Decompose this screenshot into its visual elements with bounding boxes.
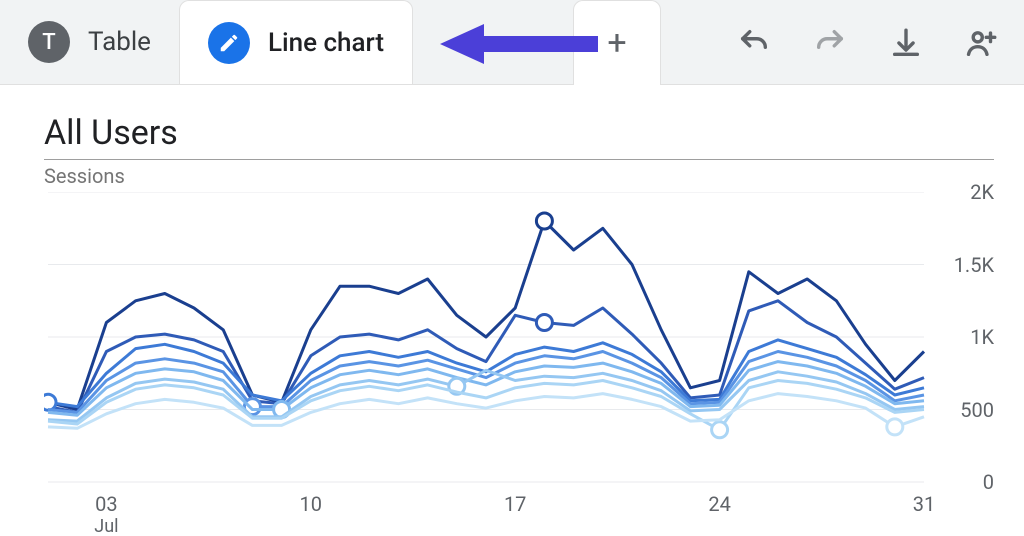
x-tick-label: 17 [504,492,526,516]
y-tick-label: 2K [970,180,994,204]
title-divider [44,159,994,160]
series-marker [536,213,552,229]
series-marker [712,422,728,438]
x-axis-ticks: 03Jul10172431 [44,492,924,536]
chart-title: All Users [44,113,994,153]
undo-icon [737,26,771,60]
tab-table[interactable]: T Table [0,0,179,84]
tab-line-chart-label: Line chart [268,28,384,58]
series-line [48,381,924,430]
tab-table-label: Table [88,27,151,57]
download-icon [889,26,923,60]
x-tick-label: 31 [913,492,935,516]
line-chart-svg [44,192,994,532]
share-button[interactable] [962,23,1002,63]
series-marker [536,315,552,331]
y-axis-ticks: 05001K1.5K2K [934,192,994,482]
x-tick-label: 24 [708,492,730,516]
y-tick-label: 1.5K [954,253,994,277]
y-axis-label: Sessions [44,164,125,188]
download-button[interactable] [886,23,926,63]
y-tick-label: 1K [970,325,994,349]
redo-button[interactable] [810,23,850,63]
top-toolbar: T Table Line chart + [0,0,1024,85]
tab-line-chart[interactable]: Line chart [179,0,413,84]
x-tick-label: 03Jul [94,492,118,536]
series-marker [44,394,56,410]
y-tick-label: 0 [983,470,994,494]
table-icon: T [28,21,70,63]
plot-area[interactable]: 05001K1.5K2K 03Jul10172431 [44,192,994,532]
redo-icon [813,26,847,60]
add-tab-button[interactable]: + [573,0,661,85]
chart-panel: All Users Sessions 0 500 1K 1.5K 2K 03Jul 10 1… [0,85,1024,536]
y-tick-label: 500 [960,398,994,422]
series-marker [887,419,903,435]
action-toolbar [734,0,1012,85]
share-person-icon [965,26,999,60]
pencil-icon [208,22,250,64]
plus-icon: + [607,23,626,63]
undo-button[interactable] [734,23,774,63]
x-tick-label: 10 [300,492,322,516]
